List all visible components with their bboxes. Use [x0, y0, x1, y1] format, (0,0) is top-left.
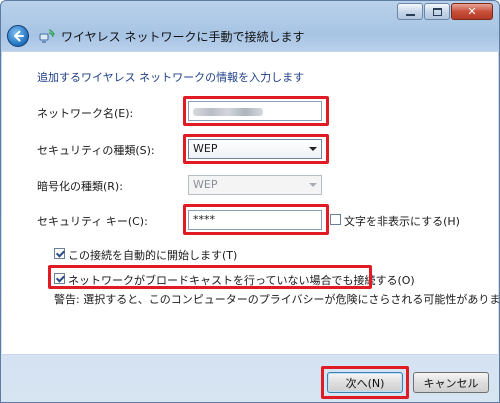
- minimize-button[interactable]: [397, 3, 423, 20]
- chevron-down-icon: [309, 183, 317, 187]
- network-name-label: ネットワーク名(E):: [37, 107, 134, 120]
- security-type-value: WEP: [193, 142, 218, 155]
- back-arrow-icon: [14, 30, 24, 42]
- instruction-text: 追加するワイヤレス ネットワークの情報を入力します: [37, 71, 305, 84]
- back-button[interactable]: [7, 25, 29, 47]
- minimize-icon: [405, 13, 415, 16]
- security-key-input[interactable]: ****: [188, 210, 322, 230]
- connect-hidden-label[interactable]: ネットワークがブロードキャストを行っていない場合でも接続する(O): [68, 272, 415, 288]
- maximize-button[interactable]: [424, 3, 450, 20]
- dialog-header: ワイヤレス ネットワークに手動で接続します: [7, 25, 304, 47]
- privacy-warning: 警告: 選択すると、このコンピューターのプライバシーが危険にさらされる可能性があ…: [54, 293, 500, 306]
- connect-hidden-checkbox[interactable]: [54, 273, 65, 284]
- security-type-select[interactable]: WEP: [188, 139, 322, 159]
- auto-start-label[interactable]: この接続を自動的に開始します(T): [68, 247, 237, 263]
- security-key-label: セキュリティ キー(C):: [37, 215, 148, 228]
- blurred-network-name: [193, 108, 263, 116]
- encryption-type-select: WEP: [188, 175, 322, 195]
- security-key-value: ****: [193, 213, 215, 226]
- security-type-label: セキュリティの種類(S):: [37, 144, 155, 157]
- maximize-icon: [432, 7, 442, 16]
- hide-chars-label[interactable]: 文字を非表示にする(H): [344, 213, 460, 229]
- encryption-type-label: 暗号化の種類(R):: [37, 180, 123, 193]
- close-button[interactable]: ✕: [451, 3, 493, 20]
- close-icon: ✕: [467, 5, 477, 18]
- auto-start-checkbox[interactable]: [54, 248, 65, 259]
- content-pane: 追加するワイヤレス ネットワークの情報を入力します ネットワーク名(E): セキ…: [2, 51, 500, 355]
- connect-wireless-dialog: ✕ ワイヤレス ネットワークに手動で接続します 追加するワイヤレス ネットワーク…: [0, 0, 500, 403]
- dialog-title: ワイヤレス ネットワークに手動で接続します: [61, 29, 305, 44]
- wireless-network-icon: [39, 29, 55, 43]
- encryption-type-value: WEP: [193, 178, 218, 191]
- hide-chars-checkbox[interactable]: [330, 214, 341, 225]
- network-name-input[interactable]: [188, 101, 322, 121]
- caption-buttons: ✕: [396, 3, 493, 20]
- cancel-button[interactable]: キャンセル: [413, 372, 489, 393]
- chevron-down-icon: [309, 147, 317, 151]
- next-button[interactable]: 次へ(N): [327, 372, 403, 393]
